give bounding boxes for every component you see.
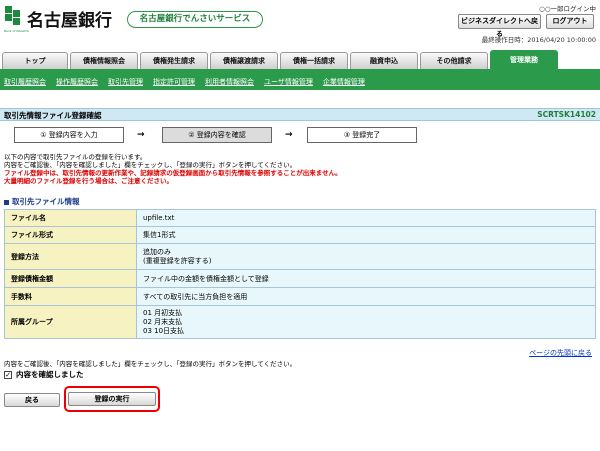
confirm-checkbox[interactable]: ✓ xyxy=(4,370,12,379)
row-label: 登録方法 xyxy=(4,243,137,270)
sub-navigation: 取引履歴照会 操作履歴照会 取引先管理 指定許可管理 利用者情報照会 ユーザ情報… xyxy=(0,74,600,90)
tab-claim-bulk[interactable]: 債権一括請求 xyxy=(280,52,348,69)
confirm-checkbox-row[interactable]: ✓ 内容を確認しました xyxy=(4,369,84,380)
back-to-bizdirect-button[interactable]: ビジネスダイレクトへ戻る xyxy=(458,14,541,38)
page-title-bar: 取引先情報ファイル登録確認 SCRTSK14102 xyxy=(0,108,600,121)
logo-subtext: Bank of NAGOYA xyxy=(4,29,29,33)
table-row: 登録方法 追加のみ (重複登録を許容する) xyxy=(4,243,596,270)
tab-loan-application[interactable]: 融資申込 xyxy=(350,52,418,69)
row-label: 手数料 xyxy=(4,287,137,306)
row-label: ファイル名 xyxy=(4,209,137,227)
tab-other-requests[interactable]: その他請求 xyxy=(420,52,488,69)
subnav-operation-history[interactable]: 操作履歴照会 xyxy=(56,77,98,87)
screen-code: SCRTSK14102 xyxy=(537,110,596,119)
execute-registration-button[interactable]: 登録の実行 xyxy=(68,392,156,406)
file-info-table: ファイル名 upfile.txt ファイル形式 集信1形式 登録方法 追加のみ … xyxy=(4,209,596,339)
confirm-instruction: 内容をご確認後、「内容を確認しました」欄をチェックし、「登録の実行」ボタンを押し… xyxy=(4,360,297,368)
step-arrow-icon: → xyxy=(137,130,145,140)
row-label: 所属グループ xyxy=(4,305,137,339)
page-title: 取引先情報ファイル登録確認 xyxy=(4,111,102,120)
row-label: ファイル形式 xyxy=(4,226,137,244)
step-arrow-icon: → xyxy=(285,130,293,140)
last-operation-time: 最終操作日時：2016/04/20 10:00:00 xyxy=(481,36,596,44)
subnav-company-management[interactable]: 企業情報管理 xyxy=(323,77,365,87)
row-value: 集信1形式 xyxy=(136,226,596,244)
row-value: upfile.txt xyxy=(136,209,596,227)
table-row: ファイル名 upfile.txt xyxy=(4,209,596,227)
table-row: 手数料 すべての取引先に当方負担を適用 xyxy=(4,287,596,306)
row-label: 登録債権金額 xyxy=(4,269,137,288)
subnav-partner-management[interactable]: 取引先管理 xyxy=(108,77,143,87)
step-input: ① 登録内容を入力 xyxy=(14,127,124,143)
tab-claim-inquiry[interactable]: 債権情報照会 xyxy=(70,52,138,69)
row-value: 追加のみ (重複登録を許容する) xyxy=(136,243,596,270)
step-confirm: ② 登録内容を確認 xyxy=(162,127,272,143)
row-value: ファイル中の金額を債権金額として登録 xyxy=(136,269,596,288)
service-name-badge: 名古屋銀行でんさいサービス xyxy=(127,11,263,28)
row-value: すべての取引先に当方負担を適用 xyxy=(136,287,596,306)
table-row: ファイル形式 集信1形式 xyxy=(4,226,596,244)
bank-logo-icon xyxy=(5,6,23,28)
square-bullet-icon xyxy=(4,199,9,205)
logout-button[interactable]: ログアウト xyxy=(546,14,594,29)
warning-text: 大量明細のファイル登録を行う場合は、ご注意ください。 xyxy=(4,177,173,185)
table-row: 所属グループ 01 月初支払 02 月末支払 03 10日支払 xyxy=(4,305,596,339)
main-tabs: トップ 債権情報照会 債権発生請求 債権譲渡請求 債権一括請求 融資申込 その他… xyxy=(2,50,598,69)
confirm-checkbox-label[interactable]: 内容を確認しました xyxy=(16,369,84,380)
subnav-user-management[interactable]: ユーザ情報管理 xyxy=(264,77,313,87)
subnav-user-info[interactable]: 利用者情報照会 xyxy=(205,77,254,87)
subnav-permission-management[interactable]: 指定許可管理 xyxy=(153,77,195,87)
section-title: 取引先ファイル情報 xyxy=(4,196,80,207)
tab-top[interactable]: トップ xyxy=(2,52,68,69)
step-complete: ③ 登録完了 xyxy=(307,127,417,143)
login-user-status: ○○一郎ログイン中 xyxy=(539,5,596,13)
tab-management[interactable]: 管理業務 xyxy=(490,50,558,69)
subnav-transaction-history[interactable]: 取引履歴照会 xyxy=(4,77,46,87)
tab-claim-issue[interactable]: 債権発生請求 xyxy=(140,52,208,69)
table-row: 登録債権金額 ファイル中の金額を債権金額として登録 xyxy=(4,269,596,288)
row-value: 01 月初支払 02 月末支払 03 10日支払 xyxy=(136,305,596,339)
tab-claim-transfer[interactable]: 債権譲渡請求 xyxy=(210,52,278,69)
page-top-link[interactable]: ページの先頭に戻る xyxy=(529,348,592,358)
bank-name: 名古屋銀行 xyxy=(27,11,112,31)
back-button[interactable]: 戻る xyxy=(4,393,60,407)
